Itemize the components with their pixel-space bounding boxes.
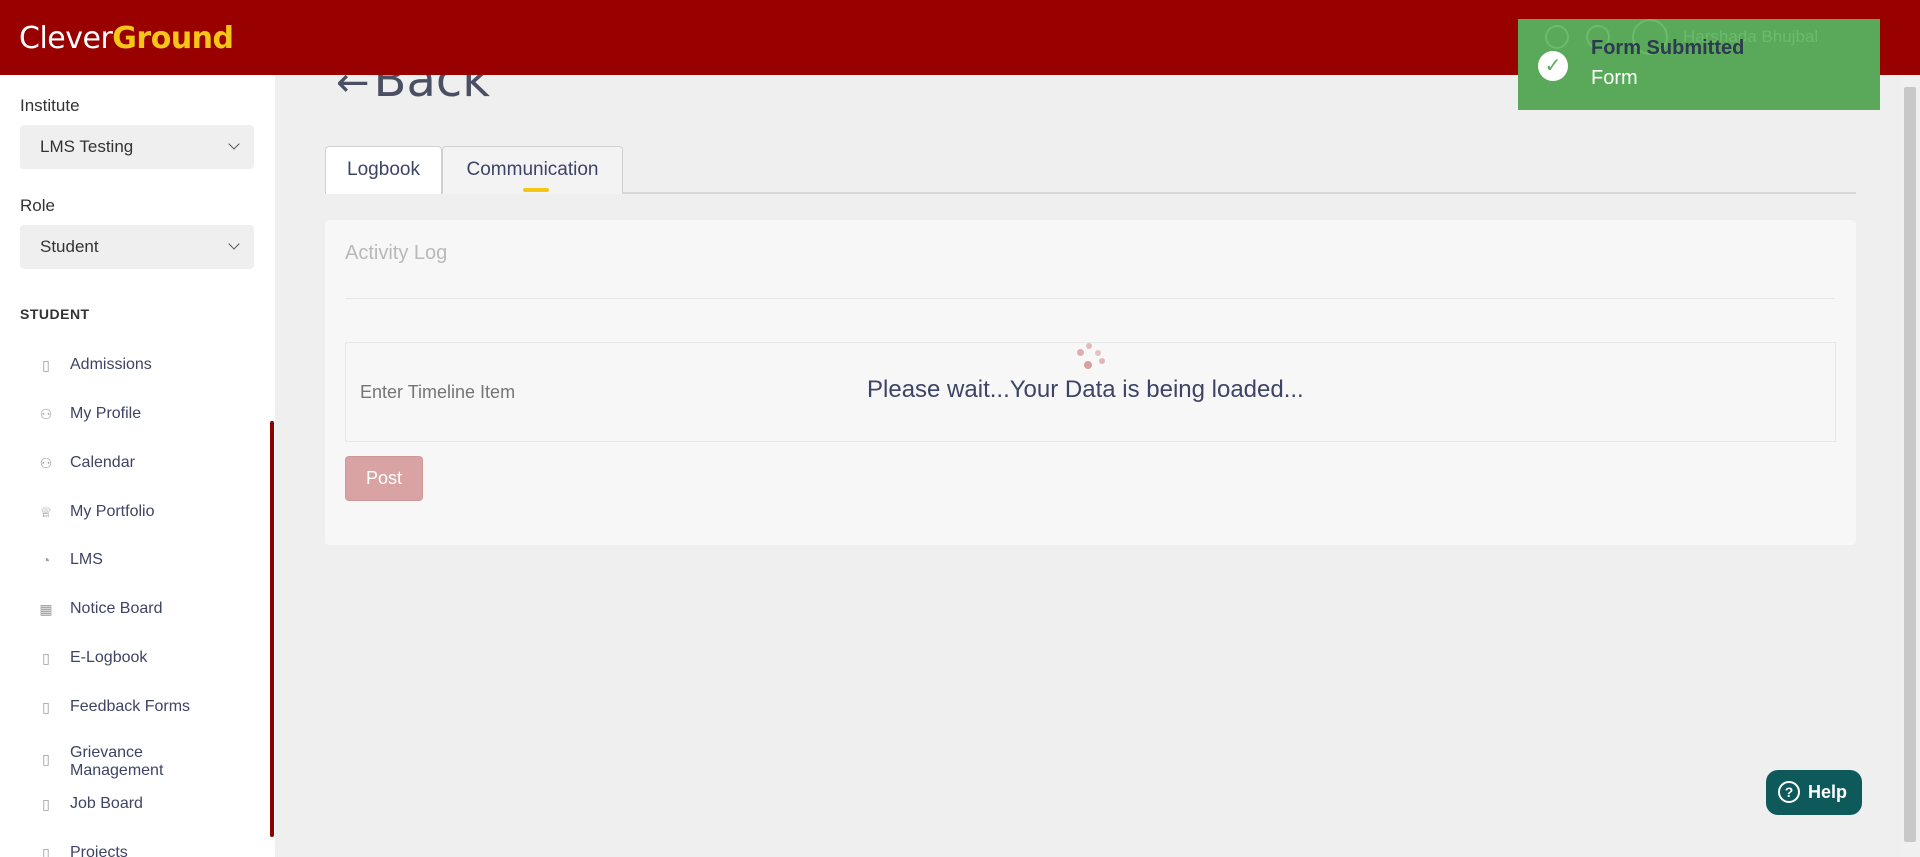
cleverground-logo[interactable]: CleverGround bbox=[19, 21, 234, 56]
sidebar-item-lms[interactable]: ◔ LMS bbox=[38, 546, 258, 576]
sidebar-item-label: E-Logbook bbox=[70, 649, 148, 666]
tab-indicator bbox=[522, 188, 549, 192]
card-title: Activity Log bbox=[345, 242, 448, 264]
sidebar-item-label: Notice Board bbox=[70, 600, 163, 617]
sidebar-item-my-portfolio[interactable]: ♕ My Portfolio bbox=[38, 498, 258, 528]
toast-title: Form Submitted bbox=[1591, 37, 1745, 59]
sidebar-item-projects[interactable]: ▯ Projects bbox=[38, 839, 258, 857]
trophy-icon: ♕ bbox=[39, 504, 53, 520]
user-icon: ⚇ bbox=[39, 406, 53, 422]
success-toast[interactable]: Harshada Bhujbal ✓ Form Submitted Form bbox=[1518, 19, 1880, 110]
logo-text-ground: Ground bbox=[112, 21, 234, 56]
sidebar-item-e-logbook[interactable]: ▯ E-Logbook bbox=[38, 644, 258, 674]
book-icon: ▯ bbox=[42, 845, 50, 857]
tab-communication[interactable]: Communication bbox=[442, 146, 623, 194]
page-scrollbar[interactable] bbox=[1900, 75, 1920, 857]
user-icon: ⚇ bbox=[39, 455, 53, 471]
tab-logbook[interactable]: Logbook bbox=[325, 146, 442, 194]
institute-label: Institute bbox=[20, 96, 80, 115]
chevron-down-icon bbox=[228, 238, 240, 250]
loading-message: Please wait...Your Data is being loaded.… bbox=[867, 376, 1304, 403]
check-icon: ✓ bbox=[1538, 51, 1568, 81]
book-icon: ▯ bbox=[42, 699, 50, 715]
sidebar-item-job-board[interactable]: ▯ Job Board bbox=[38, 790, 258, 820]
question-icon: ? bbox=[1778, 781, 1800, 803]
role-value: Student bbox=[40, 237, 99, 256]
institute-select[interactable]: LMS Testing bbox=[20, 125, 254, 169]
calendar-icon: ▦ bbox=[39, 601, 53, 617]
loading-spinner-icon bbox=[1068, 341, 1112, 373]
book-icon: ▯ bbox=[42, 796, 50, 812]
sidebar: Institute LMS Testing Role Student STUDE… bbox=[0, 75, 275, 857]
role-label: Role bbox=[20, 196, 55, 215]
gauge-icon: ◔ bbox=[41, 552, 51, 568]
role-select[interactable]: Student bbox=[20, 225, 254, 269]
sidebar-item-label: Job Board bbox=[70, 795, 143, 812]
sidebar-item-label: My Portfolio bbox=[70, 503, 155, 520]
location-icon bbox=[1545, 25, 1569, 49]
sidebar-item-notice-board[interactable]: ▦ Notice Board bbox=[38, 595, 258, 625]
book-icon: ▯ bbox=[42, 751, 50, 767]
sidebar-scroll-indicator[interactable] bbox=[270, 421, 274, 837]
scrollbar-thumb[interactable] bbox=[1904, 87, 1916, 842]
divider bbox=[345, 298, 1835, 299]
sidebar-section-title: STUDENT bbox=[20, 306, 90, 322]
sidebar-item-grievance-management[interactable]: ▯ Grievance Management bbox=[38, 739, 188, 781]
sidebar-item-label: Feedback Forms bbox=[70, 698, 191, 715]
help-label: Help bbox=[1808, 782, 1848, 802]
sidebar-item-label: Grievance Management bbox=[70, 744, 164, 779]
sidebar-item-admissions[interactable]: ▯ Admissions bbox=[38, 351, 258, 381]
tab-bar: Logbook Communication bbox=[325, 146, 1856, 194]
sidebar-item-feedback-forms[interactable]: ▯ Feedback Forms bbox=[38, 693, 258, 723]
sidebar-item-label: My Profile bbox=[70, 405, 142, 422]
sidebar-item-label: Projects bbox=[70, 844, 128, 857]
tab-label: Logbook bbox=[347, 159, 420, 180]
sidebar-item-calendar[interactable]: ⚇ Calendar bbox=[38, 449, 258, 479]
institute-value: LMS Testing bbox=[40, 137, 134, 156]
sidebar-item-label: Admissions bbox=[70, 356, 152, 373]
sidebar-item-my-profile[interactable]: ⚇ My Profile bbox=[38, 400, 258, 430]
tab-label: Communication bbox=[466, 159, 599, 180]
help-button[interactable]: ? Help bbox=[1766, 770, 1862, 815]
book-icon: ▯ bbox=[42, 650, 50, 666]
logo-text-clever: Clever bbox=[19, 21, 113, 56]
sidebar-item-label: Calendar bbox=[70, 454, 135, 471]
chevron-down-icon bbox=[228, 138, 240, 150]
book-icon: ▯ bbox=[42, 357, 50, 373]
post-button[interactable]: Post bbox=[345, 456, 423, 501]
sidebar-item-label: LMS bbox=[70, 551, 103, 568]
toast-message: Form bbox=[1591, 67, 1638, 89]
